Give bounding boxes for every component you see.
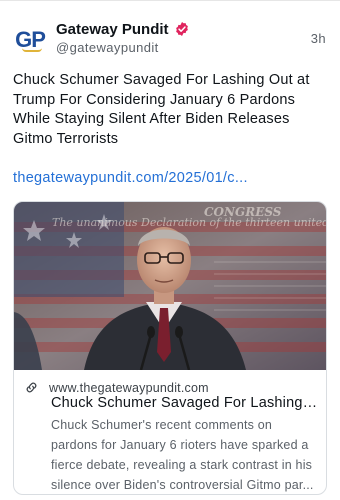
post-text: Chuck Schumer Savaged For Lashing Out at… [13,72,310,147]
link-preview-title[interactable]: Chuck Schumer Savaged For Lashing ... [51,395,319,411]
avatar[interactable]: GP [12,22,48,58]
author-name-row: Gateway Pundit [56,19,190,39]
photo-heading: CONGRESS [204,205,282,219]
author-handle[interactable]: @gatewaypundit [56,40,159,55]
post-time[interactable]: 3h [311,31,326,46]
avatar-swoosh [22,48,42,52]
link-icon [26,382,37,393]
description-line: pardons for January 6 rioters have spark… [51,438,309,452]
description-line: Chuck Schumer's recent comments on [51,418,273,432]
description-line: silence over Biden's controversial Gitmo… [51,478,314,492]
link-preview-image[interactable]: The unanimous Declaration of the thirtee… [14,202,327,370]
description-line: fierce debate, revealing a stark contras… [51,458,313,472]
author-name[interactable]: Gateway Pundit [56,21,169,38]
link-preview-card[interactable]: The unanimous Declaration of the thirtee… [13,201,327,495]
verified-badge-icon [175,22,188,36]
schumer-photo: The unanimous Declaration of the thirtee… [14,202,327,370]
post[interactable]: GP Gateway Pundit @gatewaypundit 3h Chuc… [0,0,340,500]
link-domain-row: www.thegatewaypundit.com [24,380,209,395]
photo-text-line: The unanimous Declaration of the thirtee… [52,216,327,229]
link-domain: www.thegatewaypundit.com [49,380,209,395]
link-preview-description: Chuck Schumer's recent comments on pardo… [51,415,321,494]
post-link[interactable]: thegatewaypundit.com/2025/01/c... [13,170,248,186]
